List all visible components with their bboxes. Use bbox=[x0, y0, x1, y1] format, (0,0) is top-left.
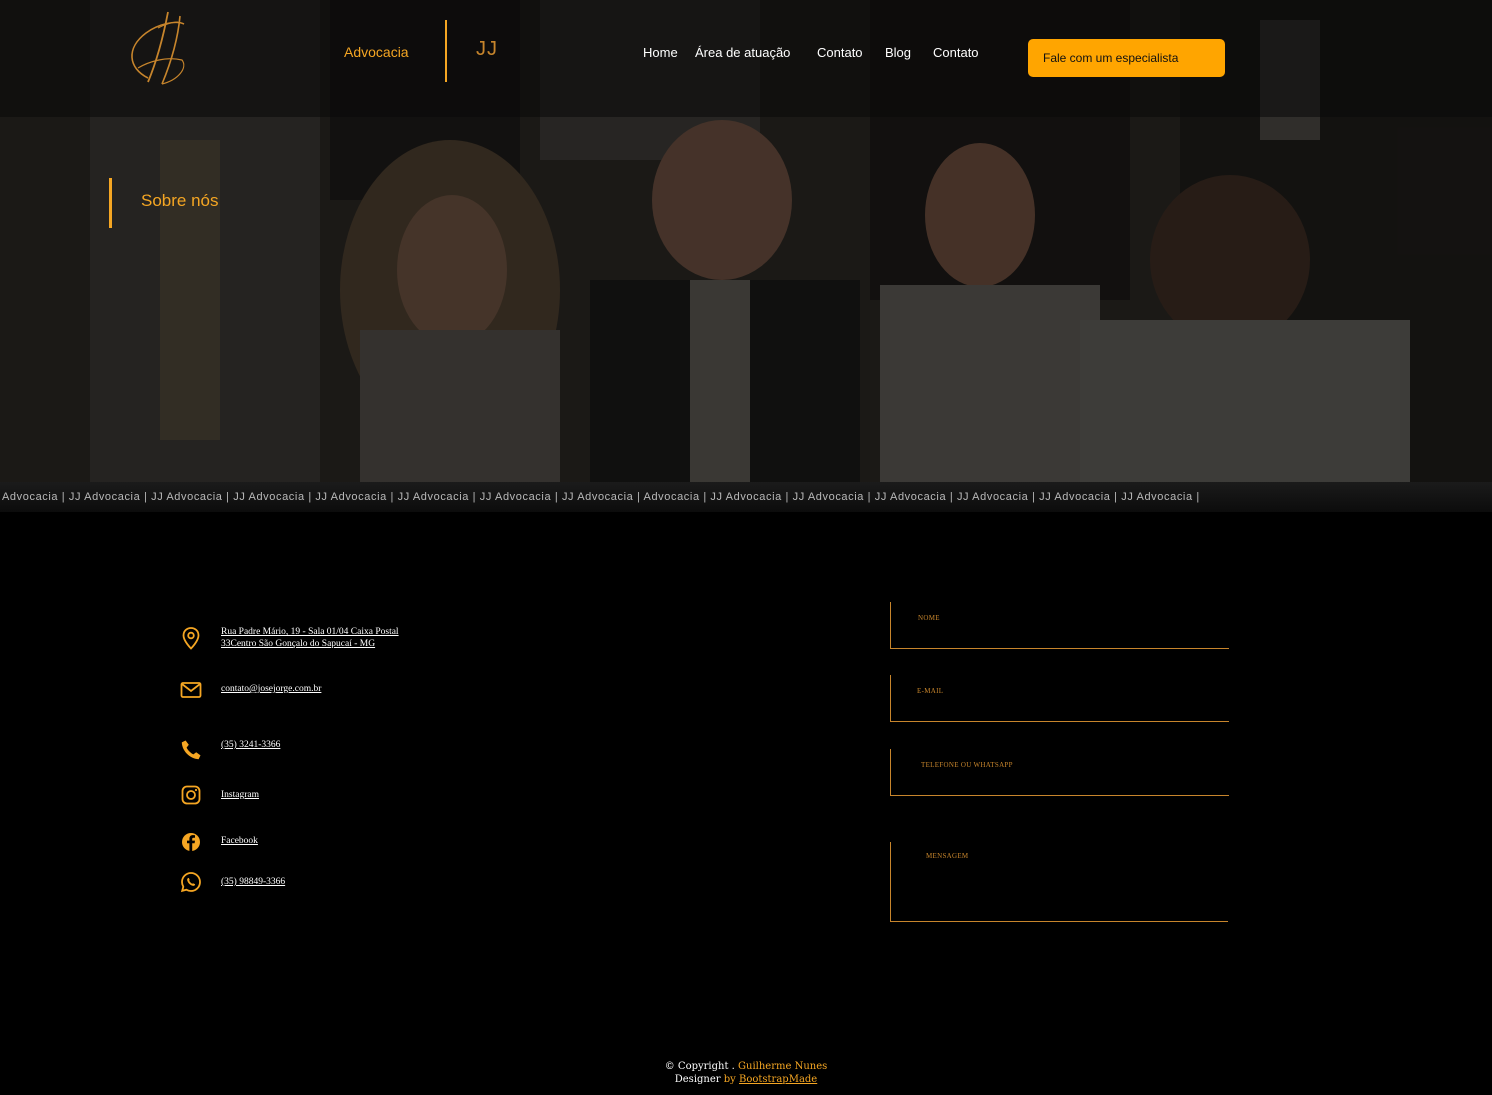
designer-by: by bbox=[723, 1074, 736, 1085]
bootstrapmade-link[interactable]: BootstrapMade bbox=[739, 1074, 817, 1085]
facebook-icon bbox=[182, 833, 200, 851]
phone-icon bbox=[181, 740, 201, 760]
ticker-text: Advocacia | JJ Advocacia | JJ Advocacia … bbox=[2, 491, 1200, 503]
message-field[interactable]: MENSAGEM bbox=[890, 842, 1228, 922]
designer-prefix: Designer bbox=[674, 1074, 721, 1085]
copyright-prefix: © Copyright . bbox=[664, 1061, 735, 1072]
email-field[interactable]: E-MAIL bbox=[890, 675, 1229, 722]
email-field-label: E-MAIL bbox=[917, 687, 944, 695]
brand-divider bbox=[445, 20, 447, 82]
marquee-ticker: Advocacia | JJ Advocacia | JJ Advocacia … bbox=[0, 482, 1492, 512]
nav-area-atuacao[interactable]: Área de atuação bbox=[695, 45, 790, 60]
phone-field-label: TELEFONE OU WHATSAPP bbox=[921, 761, 1013, 769]
instagram-link[interactable]: Instagram bbox=[221, 790, 259, 802]
hero-section: Advocacia JJ Home Área de atuação Contat… bbox=[0, 0, 1492, 482]
whatsapp-link[interactable]: (35) 98849-3366 bbox=[221, 877, 285, 889]
nav-home[interactable]: Home bbox=[643, 45, 678, 60]
address-line-2: 33Centro São Gonçalo do Sapucaí - MG bbox=[221, 638, 376, 649]
phone-link[interactable]: (35) 3241-3366 bbox=[221, 740, 280, 752]
designer-line: Designer by BootstrapMade bbox=[0, 1073, 1492, 1086]
about-accent-bar bbox=[109, 178, 112, 228]
facebook-link[interactable]: Facebook bbox=[221, 836, 258, 848]
page-title: Sobre nós bbox=[141, 191, 219, 210]
brand-jj[interactable]: JJ bbox=[476, 38, 498, 61]
phone-field[interactable]: TELEFONE OU WHATSAPP bbox=[890, 749, 1229, 796]
author-name: Guilherme Nunes bbox=[738, 1061, 828, 1072]
name-field-label: NOME bbox=[918, 614, 940, 622]
copyright-line: © Copyright . Guilherme Nunes bbox=[0, 1060, 1492, 1073]
address-link[interactable]: Rua Padre Mário, 19 - Sala 01/04 Caixa P… bbox=[221, 627, 399, 650]
nav-blog[interactable]: Blog bbox=[885, 45, 911, 60]
address-line-1: Rua Padre Mário, 19 - Sala 01/04 Caixa P… bbox=[221, 627, 399, 637]
instagram-icon bbox=[181, 785, 201, 805]
logo-icon[interactable] bbox=[118, 8, 196, 88]
whatsapp-icon bbox=[180, 872, 201, 893]
cta-especialista-button[interactable]: Fale com um especialista bbox=[1028, 39, 1225, 77]
email-link[interactable]: contato@josejorge.com.br bbox=[221, 684, 321, 696]
location-pin-icon bbox=[182, 627, 200, 650]
nav-contato[interactable]: Contato bbox=[817, 45, 863, 60]
nav-contato-2[interactable]: Contato bbox=[933, 45, 979, 60]
mail-icon bbox=[180, 682, 202, 698]
name-field[interactable]: NOME bbox=[890, 602, 1229, 649]
footer: © Copyright . Guilherme Nunes Designer b… bbox=[0, 1060, 1492, 1086]
message-field-label: MENSAGEM bbox=[926, 852, 969, 860]
brand-advocacia[interactable]: Advocacia bbox=[344, 44, 409, 60]
